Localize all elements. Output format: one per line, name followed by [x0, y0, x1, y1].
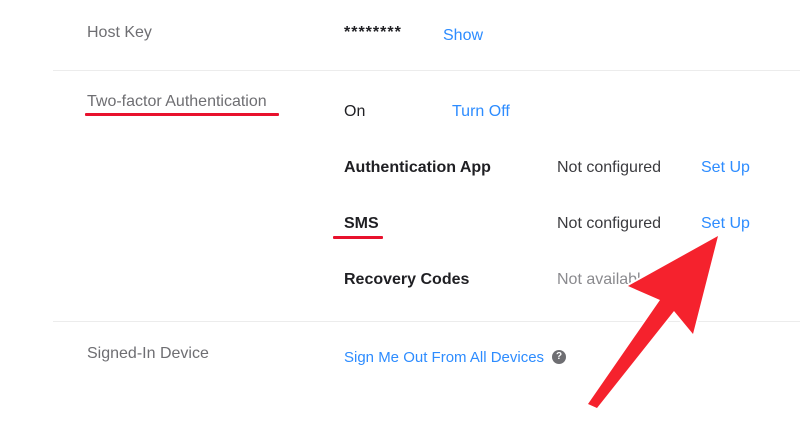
two-factor-status: On [344, 103, 366, 120]
divider-host-key [53, 70, 800, 71]
two-factor-label: Two-factor Authentication [87, 93, 267, 110]
profile-settings-panel: Host Key ******** Show Two-factor Authen… [0, 0, 800, 426]
host-key-masked-value: ******** [344, 24, 402, 41]
signed-in-device-label: Signed-In Device [87, 345, 209, 362]
auth-app-status: Not configured [557, 159, 662, 176]
auth-app-setup-link[interactable]: Set Up [701, 159, 750, 177]
host-key-show-link[interactable]: Show [443, 27, 483, 45]
arrow-shape [586, 234, 720, 410]
sms-name: SMS [344, 215, 379, 232]
sms-setup-link[interactable]: Set Up [701, 215, 750, 233]
auth-app-name: Authentication App [344, 159, 491, 176]
recovery-codes-name: Recovery Codes [344, 271, 470, 288]
divider-two-factor [53, 321, 800, 322]
two-factor-highlight-underline [85, 113, 279, 116]
recovery-codes-status: Not available [557, 271, 650, 288]
host-key-label: Host Key [87, 24, 152, 41]
sms-highlight-underline [333, 236, 383, 239]
sms-status: Not configured [557, 215, 662, 232]
help-icon[interactable]: ? [552, 350, 566, 364]
two-factor-turn-off-link[interactable]: Turn Off [452, 103, 510, 121]
sign-out-all-devices-link[interactable]: Sign Me Out From All Devices [344, 349, 544, 366]
